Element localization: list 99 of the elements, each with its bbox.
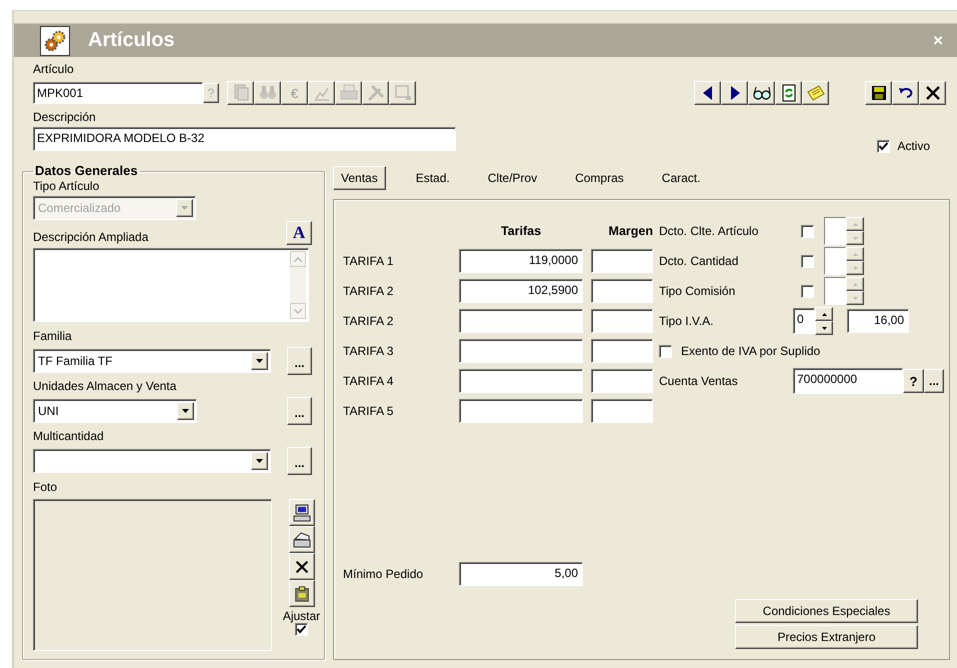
option-label: Tipo Comisión	[659, 284, 736, 298]
computer-icon	[292, 502, 312, 522]
exempt-checkbox[interactable]	[659, 344, 672, 358]
window-title: Artículos	[88, 29, 176, 52]
active-checkbox[interactable]	[877, 140, 890, 152]
column-header: Margen	[608, 224, 653, 238]
caret-icon	[256, 459, 263, 463]
note-button[interactable]	[802, 81, 829, 105]
clipboard-button[interactable]	[288, 580, 314, 607]
caret-icon	[182, 409, 189, 413]
option-label: Cuenta Ventas	[659, 374, 739, 388]
rate-label: TARIFA 2	[343, 284, 394, 298]
spin-buttons[interactable]	[815, 307, 833, 335]
field-label: Multicantidad	[33, 428, 105, 444]
family-dropdown[interactable]: TF Familia TF	[33, 349, 271, 373]
browse-button[interactable]: ...	[287, 397, 312, 425]
field-label: Descripción Ampliada	[33, 229, 148, 245]
multiquantity-dropdown[interactable]	[33, 449, 271, 473]
browse-button[interactable]: ...	[287, 347, 312, 375]
minimum-order-field[interactable]: 5,00	[459, 562, 583, 586]
rate-label: TARIFA 5	[343, 404, 394, 418]
rate-label: TARIFA 2	[343, 314, 394, 328]
undo-button[interactable]	[892, 81, 919, 105]
scrollbar[interactable]	[290, 251, 306, 319]
field-label: Foto	[33, 479, 58, 495]
spin-buttons[interactable]	[846, 277, 864, 305]
margin-field[interactable]	[591, 279, 653, 303]
spin-buttons[interactable]	[846, 217, 864, 245]
rate-field[interactable]	[459, 339, 583, 363]
computer-button[interactable]	[288, 499, 314, 526]
close-button[interactable]	[919, 81, 946, 105]
checkbox-label: Exento de IVA por Suplido	[681, 344, 820, 358]
field-label: Unidades Almacen y Venta	[33, 378, 178, 394]
font-button[interactable]: A	[286, 221, 312, 245]
group-title: Datos Generales	[34, 164, 139, 178]
number-field[interactable]	[824, 247, 846, 275]
units-dropdown[interactable]: UNI	[33, 399, 197, 423]
scanner-icon	[292, 530, 312, 550]
option-checkbox[interactable]	[801, 224, 814, 238]
field-label: Mínimo Pedido	[343, 567, 424, 581]
vat-rate-field[interactable]: 16,00	[847, 309, 909, 333]
checkbox-label: Activo	[897, 139, 930, 153]
help-button[interactable]: ?	[903, 369, 924, 393]
previous-button[interactable]	[694, 81, 721, 105]
rate-field[interactable]	[459, 369, 583, 393]
option-label: Dcto. Cantidad	[659, 254, 740, 268]
browse-button[interactable]: ...	[287, 447, 312, 475]
vat-code-field[interactable]: 0	[793, 308, 815, 334]
tab[interactable]: Ventas	[333, 166, 386, 190]
option-label: Dcto. Clte. Artículo	[659, 224, 760, 238]
spin-buttons[interactable]	[846, 247, 864, 275]
save-button[interactable]	[865, 81, 892, 105]
tab[interactable]: Caract.	[654, 166, 708, 190]
tab[interactable]: Estad.	[408, 166, 458, 190]
account-field[interactable]: 700000000	[793, 368, 903, 394]
tab[interactable]: Clte/Prov	[480, 166, 546, 190]
tools-icon	[366, 83, 386, 103]
rate-field[interactable]	[459, 309, 583, 333]
option-checkbox[interactable]	[801, 284, 814, 298]
rate-label: TARIFA 3	[343, 344, 394, 358]
text-area[interactable]	[33, 248, 309, 322]
option-label: Tipo I.V.A.	[659, 314, 714, 328]
margin-field[interactable]	[591, 249, 653, 273]
tab[interactable]: Compras	[567, 166, 632, 190]
article-code-field[interactable]: MPK001	[33, 82, 203, 104]
rate-field[interactable]: 119,0000	[459, 249, 583, 273]
rate-field[interactable]	[459, 399, 583, 423]
window-icon	[392, 83, 412, 103]
margin-field[interactable]	[591, 339, 653, 363]
rate-label: TARIFA 4	[343, 374, 394, 388]
action-button[interactable]: Condiciones Especiales	[735, 599, 918, 623]
view-button[interactable]	[748, 81, 775, 105]
field-label: Artículo	[33, 61, 75, 77]
caret-icon	[256, 359, 263, 363]
fit-checkbox[interactable]	[295, 623, 308, 636]
margin-field[interactable]	[591, 309, 653, 333]
number-field[interactable]	[824, 217, 846, 245]
option-checkbox[interactable]	[801, 254, 814, 268]
margin-field[interactable]	[591, 399, 653, 423]
column-header: Tarifas	[500, 224, 542, 238]
note-icon	[806, 83, 826, 103]
rate-field[interactable]: 102,5900	[459, 279, 583, 303]
field-label: Familia	[33, 328, 73, 344]
description-field[interactable]: EXPRIMIDORA MODELO B-32	[33, 127, 456, 151]
checkbox-label: Ajustar	[282, 609, 320, 623]
clipboard-icon	[292, 584, 310, 602]
margin-field[interactable]	[591, 369, 653, 393]
scanner-button[interactable]	[288, 526, 314, 553]
refresh-button[interactable]	[775, 81, 802, 105]
gears-icon	[40, 26, 70, 56]
field-label: Tipo Artículo	[33, 178, 100, 194]
field-label: Descripción	[33, 109, 97, 125]
number-field[interactable]	[824, 277, 846, 305]
caret-icon	[181, 206, 188, 210]
rate-label: TARIFA 1	[343, 254, 394, 268]
delete-button[interactable]	[288, 553, 314, 580]
next-button[interactable]	[721, 81, 748, 105]
action-button[interactable]: Precios Extranjero	[735, 625, 918, 649]
browse-button[interactable]: ...	[924, 369, 944, 393]
